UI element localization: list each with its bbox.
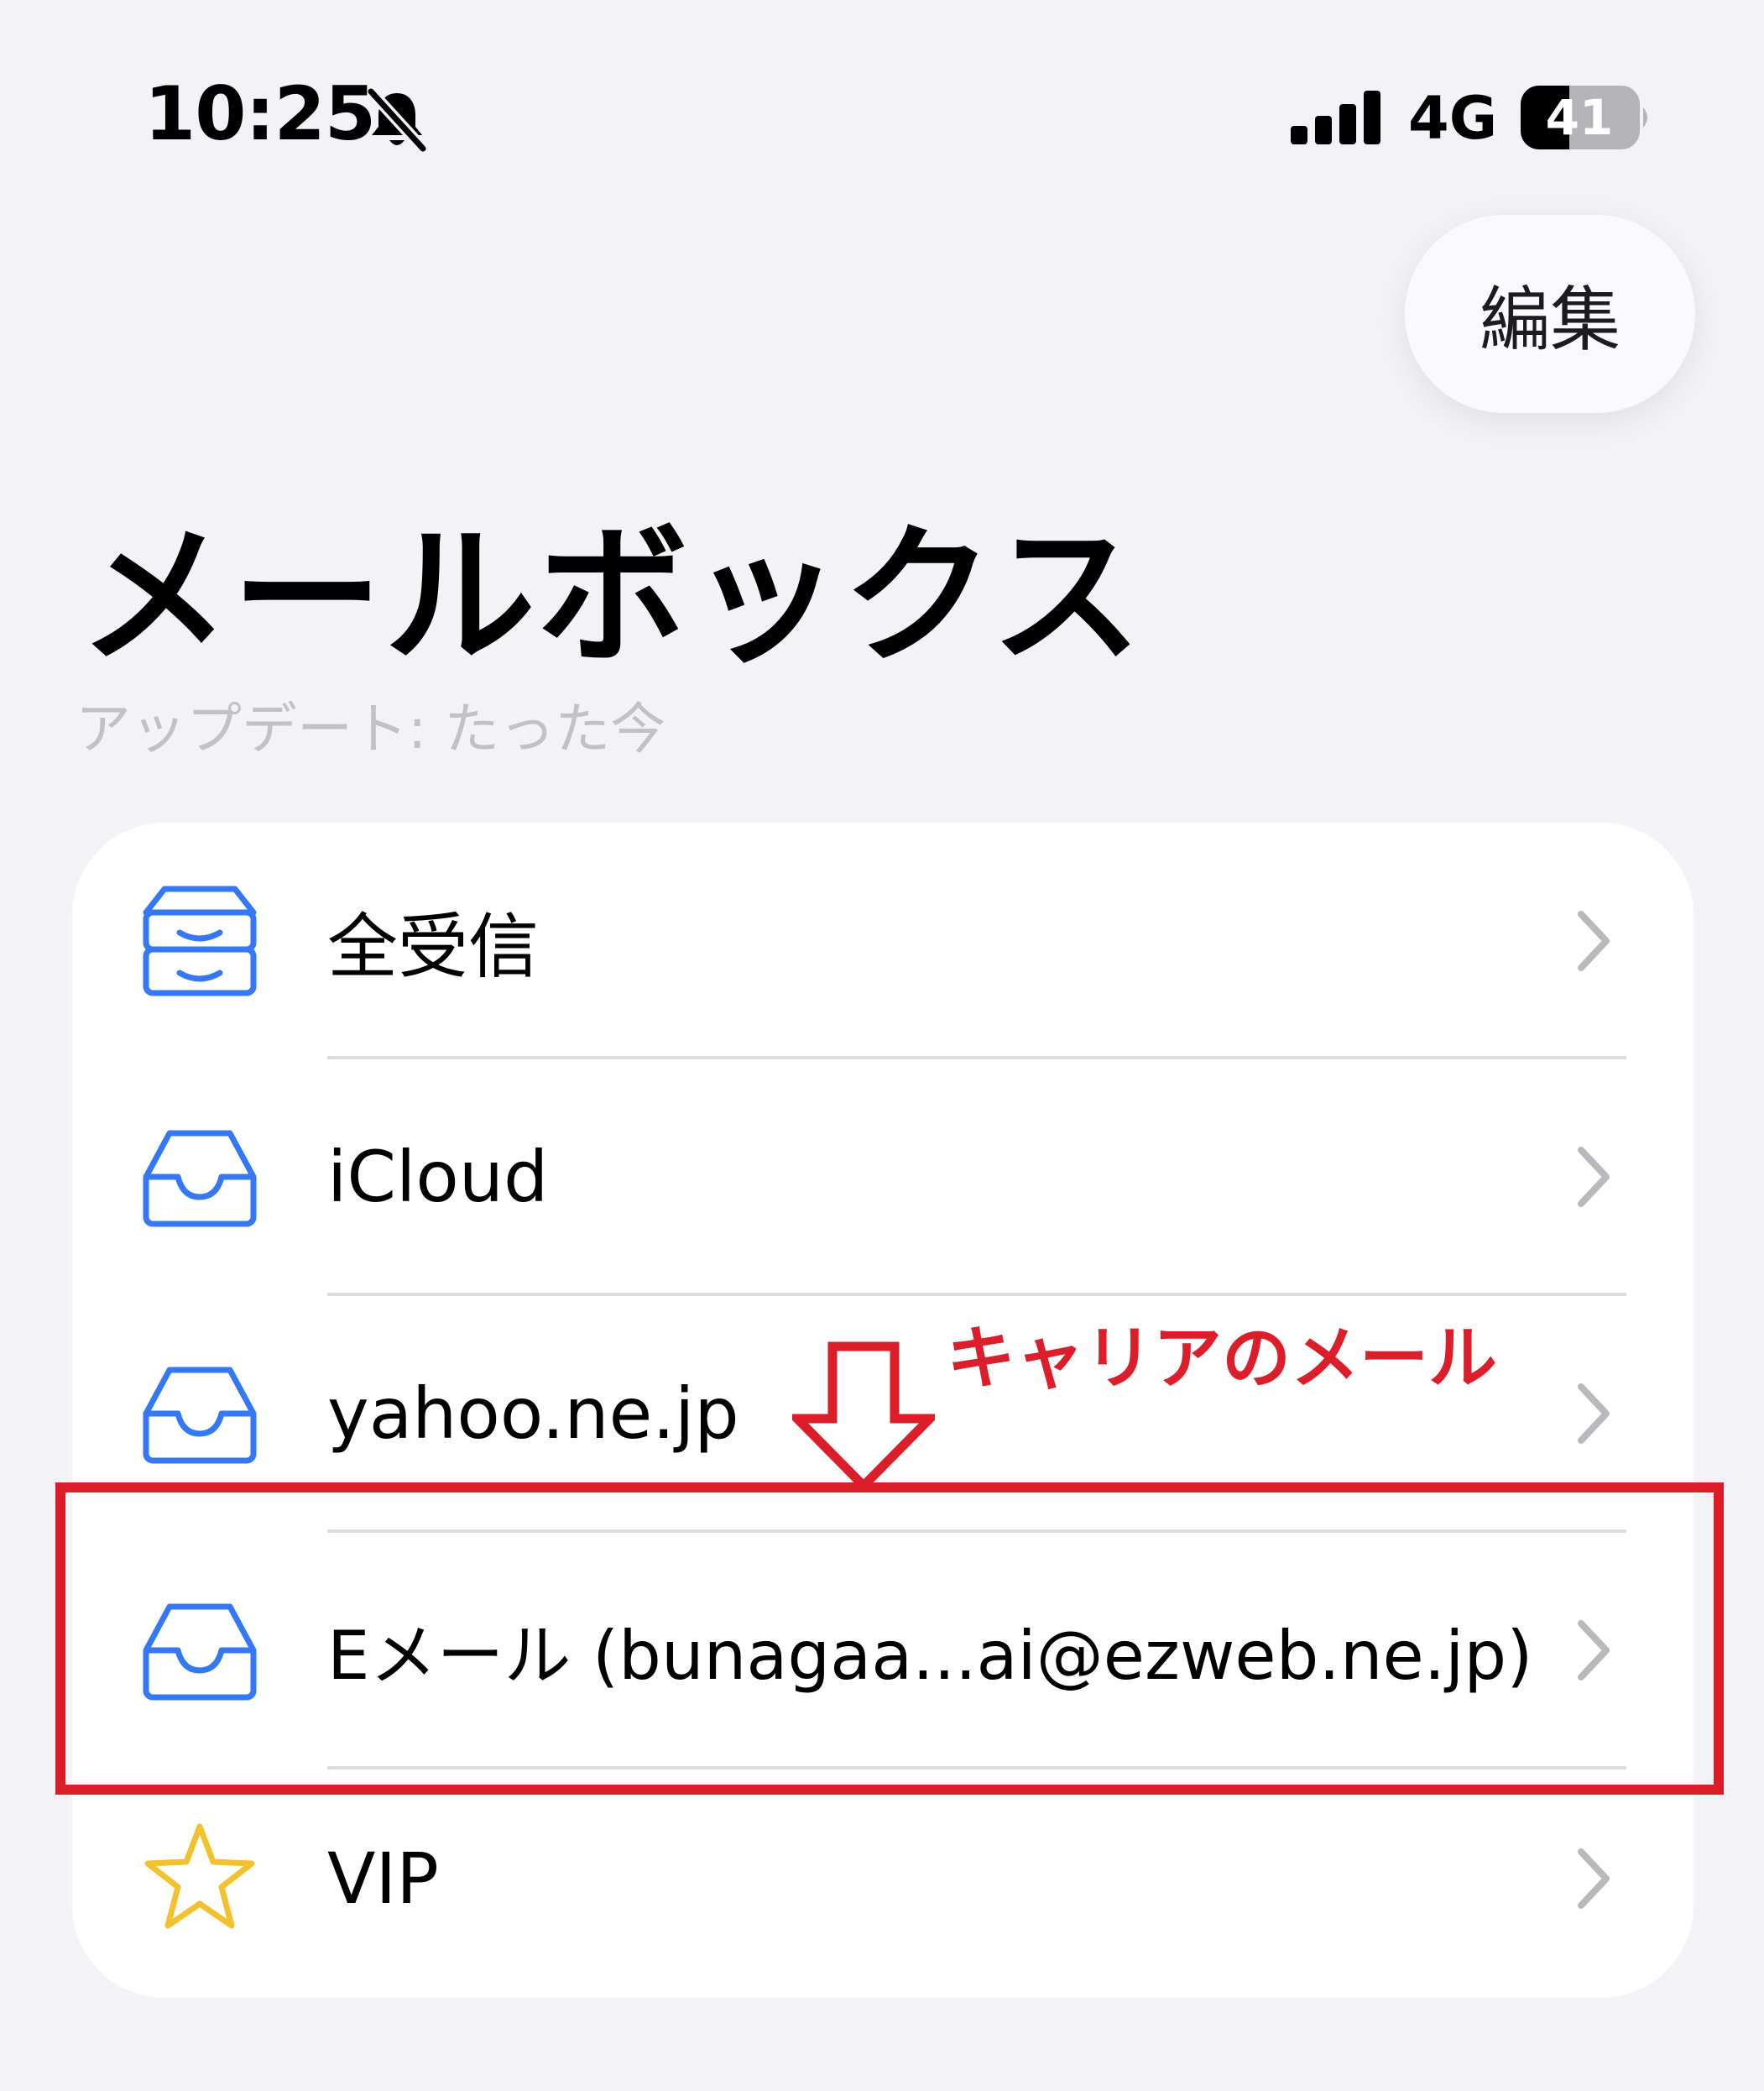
mailbox-label: 全受信 xyxy=(327,905,540,988)
network-type: 4G xyxy=(1408,84,1498,153)
inbox-icon xyxy=(143,1367,257,1464)
mailbox-label: VIP xyxy=(327,1837,439,1920)
highlight-box xyxy=(55,1482,1724,1795)
down-arrow-icon xyxy=(792,1341,935,1489)
mailbox-row-all-inboxes[interactable]: 全受信 xyxy=(72,823,1694,1059)
mailbox-row-vip[interactable]: VIP xyxy=(72,1770,1694,1998)
status-time: 10:25 xyxy=(144,71,376,157)
update-status: アップデート: たった今 xyxy=(76,697,666,761)
chevron-right-icon xyxy=(1578,1848,1610,1909)
mailbox-row-icloud[interactable]: iCloud xyxy=(72,1059,1694,1296)
bell-slash-icon xyxy=(366,87,428,153)
status-bar: 10:25 4G 41 xyxy=(0,0,1764,168)
mailbox-label: iCloud xyxy=(327,1136,549,1218)
all-inboxes-icon xyxy=(143,886,257,996)
mailboxes-screen: 10:25 4G 41 編集 メールボックス アップデート: たった今 全受信 … xyxy=(0,0,1764,2091)
signal-bars-icon xyxy=(1291,91,1380,144)
battery-level: 41 xyxy=(1545,89,1614,146)
edit-button[interactable]: 編集 xyxy=(1405,215,1695,413)
star-icon xyxy=(144,1823,255,1929)
chevron-right-icon xyxy=(1578,911,1610,971)
chevron-right-icon xyxy=(1578,1147,1610,1207)
inbox-icon xyxy=(143,1130,257,1227)
chevron-right-icon xyxy=(1578,1383,1610,1444)
callout-label: キャリアのメール xyxy=(947,1319,1498,1398)
page-title: メールボックス xyxy=(79,510,1144,685)
mailbox-label: yahoo.ne.jp xyxy=(327,1372,739,1455)
